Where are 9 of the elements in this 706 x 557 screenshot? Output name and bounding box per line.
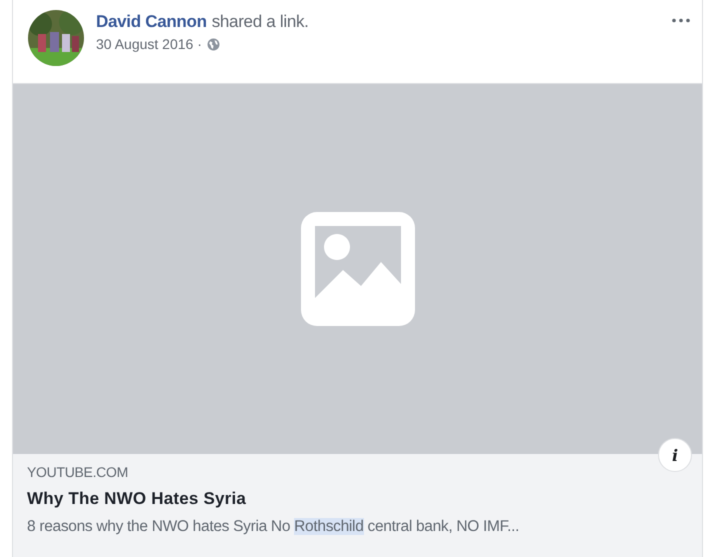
author-name[interactable]: David Cannon [96,12,207,31]
globe-icon [206,38,220,50]
link-title[interactable]: Why The NWO Hates Syria [27,489,688,509]
post-action: shared a link. [212,12,309,31]
more-icon[interactable] [672,18,690,23]
link-description: 8 reasons why the NWO hates Syria No Rothschild central bank, NO IMF... [27,518,520,536]
image-icon [300,212,414,326]
link-domain: YOUTUBE.COM [27,464,129,480]
post-date[interactable]: 30 August 2016 · [96,36,202,52]
